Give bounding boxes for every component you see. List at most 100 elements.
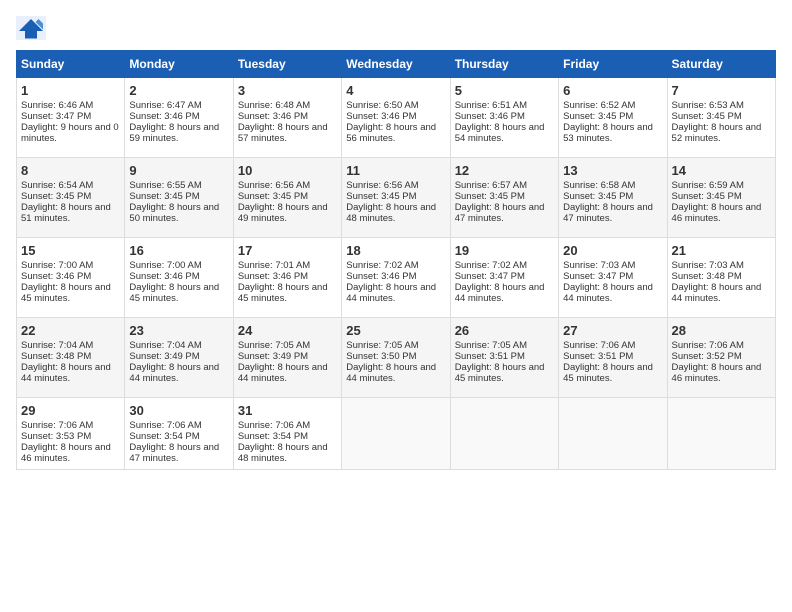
calendar-cell: 4 Sunrise: 6:50 AM Sunset: 3:46 PM Dayli… — [342, 78, 450, 158]
day-number: 26 — [455, 323, 554, 338]
col-header-thursday: Thursday — [450, 51, 558, 78]
calendar-cell: 24 Sunrise: 7:05 AM Sunset: 3:49 PM Dayl… — [233, 318, 341, 398]
day-number: 3 — [238, 83, 337, 98]
calendar-cell: 2 Sunrise: 6:47 AM Sunset: 3:46 PM Dayli… — [125, 78, 233, 158]
sunrise: Sunrise: 7:06 AM — [672, 340, 744, 351]
sunrise: Sunrise: 6:46 AM — [21, 100, 93, 111]
sunset: Sunset: 3:45 PM — [672, 111, 742, 122]
calendar-cell: 5 Sunrise: 6:51 AM Sunset: 3:46 PM Dayli… — [450, 78, 558, 158]
sunset: Sunset: 3:45 PM — [563, 111, 633, 122]
sunrise: Sunrise: 6:56 AM — [346, 180, 418, 191]
sunset: Sunset: 3:46 PM — [238, 111, 308, 122]
col-header-monday: Monday — [125, 51, 233, 78]
day-number: 5 — [455, 83, 554, 98]
day-number: 16 — [129, 243, 228, 258]
calendar-cell: 20 Sunrise: 7:03 AM Sunset: 3:47 PM Dayl… — [559, 238, 667, 318]
day-number: 4 — [346, 83, 445, 98]
calendar-cell: 25 Sunrise: 7:05 AM Sunset: 3:50 PM Dayl… — [342, 318, 450, 398]
sunset: Sunset: 3:49 PM — [238, 351, 308, 362]
calendar-table: SundayMondayTuesdayWednesdayThursdayFrid… — [16, 50, 776, 470]
daylight: Daylight: 8 hours and 51 minutes. — [21, 202, 111, 224]
day-number: 27 — [563, 323, 662, 338]
day-number: 28 — [672, 323, 771, 338]
calendar-cell — [667, 398, 775, 470]
sunset: Sunset: 3:54 PM — [238, 431, 308, 442]
logo — [16, 16, 50, 40]
day-number: 30 — [129, 403, 228, 418]
daylight: Daylight: 8 hours and 45 minutes. — [563, 362, 653, 384]
day-number: 15 — [21, 243, 120, 258]
sunrise: Sunrise: 6:55 AM — [129, 180, 201, 191]
sunset: Sunset: 3:46 PM — [129, 271, 199, 282]
daylight: Daylight: 8 hours and 44 minutes. — [346, 282, 436, 304]
sunrise: Sunrise: 7:06 AM — [129, 420, 201, 431]
calendar-cell: 31 Sunrise: 7:06 AM Sunset: 3:54 PM Dayl… — [233, 398, 341, 470]
day-number: 9 — [129, 163, 228, 178]
calendar-cell: 29 Sunrise: 7:06 AM Sunset: 3:53 PM Dayl… — [17, 398, 125, 470]
daylight: Daylight: 8 hours and 45 minutes. — [455, 362, 545, 384]
day-number: 22 — [21, 323, 120, 338]
day-number: 23 — [129, 323, 228, 338]
sunset: Sunset: 3:51 PM — [455, 351, 525, 362]
day-number: 31 — [238, 403, 337, 418]
daylight: Daylight: 8 hours and 59 minutes. — [129, 122, 219, 144]
sunset: Sunset: 3:45 PM — [21, 191, 91, 202]
calendar-cell: 7 Sunrise: 6:53 AM Sunset: 3:45 PM Dayli… — [667, 78, 775, 158]
sunset: Sunset: 3:52 PM — [672, 351, 742, 362]
daylight: Daylight: 8 hours and 44 minutes. — [672, 282, 762, 304]
sunrise: Sunrise: 7:03 AM — [563, 260, 635, 271]
day-number: 13 — [563, 163, 662, 178]
calendar-cell: 1 Sunrise: 6:46 AM Sunset: 3:47 PM Dayli… — [17, 78, 125, 158]
sunrise: Sunrise: 6:47 AM — [129, 100, 201, 111]
day-number: 1 — [21, 83, 120, 98]
logo-icon — [16, 16, 46, 40]
daylight: Daylight: 8 hours and 45 minutes. — [21, 282, 111, 304]
day-number: 11 — [346, 163, 445, 178]
calendar-cell: 15 Sunrise: 7:00 AM Sunset: 3:46 PM Dayl… — [17, 238, 125, 318]
calendar-cell: 22 Sunrise: 7:04 AM Sunset: 3:48 PM Dayl… — [17, 318, 125, 398]
daylight: Daylight: 8 hours and 44 minutes. — [21, 362, 111, 384]
calendar-week-4: 22 Sunrise: 7:04 AM Sunset: 3:48 PM Dayl… — [17, 318, 776, 398]
calendar-cell: 6 Sunrise: 6:52 AM Sunset: 3:45 PM Dayli… — [559, 78, 667, 158]
col-header-wednesday: Wednesday — [342, 51, 450, 78]
daylight: Daylight: 8 hours and 49 minutes. — [238, 202, 328, 224]
sunrise: Sunrise: 7:06 AM — [238, 420, 310, 431]
calendar-cell: 28 Sunrise: 7:06 AM Sunset: 3:52 PM Dayl… — [667, 318, 775, 398]
daylight: Daylight: 8 hours and 45 minutes. — [129, 282, 219, 304]
day-number: 12 — [455, 163, 554, 178]
sunset: Sunset: 3:47 PM — [21, 111, 91, 122]
sunrise: Sunrise: 6:56 AM — [238, 180, 310, 191]
day-number: 8 — [21, 163, 120, 178]
sunset: Sunset: 3:45 PM — [672, 191, 742, 202]
day-number: 19 — [455, 243, 554, 258]
sunrise: Sunrise: 7:04 AM — [129, 340, 201, 351]
sunset: Sunset: 3:51 PM — [563, 351, 633, 362]
day-number: 21 — [672, 243, 771, 258]
sunrise: Sunrise: 6:48 AM — [238, 100, 310, 111]
sunset: Sunset: 3:45 PM — [455, 191, 525, 202]
calendar-cell: 12 Sunrise: 6:57 AM Sunset: 3:45 PM Dayl… — [450, 158, 558, 238]
calendar-cell: 17 Sunrise: 7:01 AM Sunset: 3:46 PM Dayl… — [233, 238, 341, 318]
calendar-cell: 3 Sunrise: 6:48 AM Sunset: 3:46 PM Dayli… — [233, 78, 341, 158]
sunset: Sunset: 3:47 PM — [455, 271, 525, 282]
day-number: 29 — [21, 403, 120, 418]
sunrise: Sunrise: 7:06 AM — [21, 420, 93, 431]
sunset: Sunset: 3:46 PM — [129, 111, 199, 122]
sunset: Sunset: 3:46 PM — [346, 271, 416, 282]
sunrise: Sunrise: 7:04 AM — [21, 340, 93, 351]
calendar-cell — [450, 398, 558, 470]
calendar-week-1: 1 Sunrise: 6:46 AM Sunset: 3:47 PM Dayli… — [17, 78, 776, 158]
sunset: Sunset: 3:48 PM — [21, 351, 91, 362]
day-number: 2 — [129, 83, 228, 98]
daylight: Daylight: 8 hours and 44 minutes. — [563, 282, 653, 304]
calendar-cell: 11 Sunrise: 6:56 AM Sunset: 3:45 PM Dayl… — [342, 158, 450, 238]
daylight: Daylight: 8 hours and 45 minutes. — [238, 282, 328, 304]
sunset: Sunset: 3:46 PM — [21, 271, 91, 282]
sunrise: Sunrise: 6:59 AM — [672, 180, 744, 191]
calendar-week-3: 15 Sunrise: 7:00 AM Sunset: 3:46 PM Dayl… — [17, 238, 776, 318]
col-header-tuesday: Tuesday — [233, 51, 341, 78]
calendar-cell: 30 Sunrise: 7:06 AM Sunset: 3:54 PM Dayl… — [125, 398, 233, 470]
sunset: Sunset: 3:45 PM — [346, 191, 416, 202]
calendar-week-2: 8 Sunrise: 6:54 AM Sunset: 3:45 PM Dayli… — [17, 158, 776, 238]
daylight: Daylight: 8 hours and 54 minutes. — [455, 122, 545, 144]
